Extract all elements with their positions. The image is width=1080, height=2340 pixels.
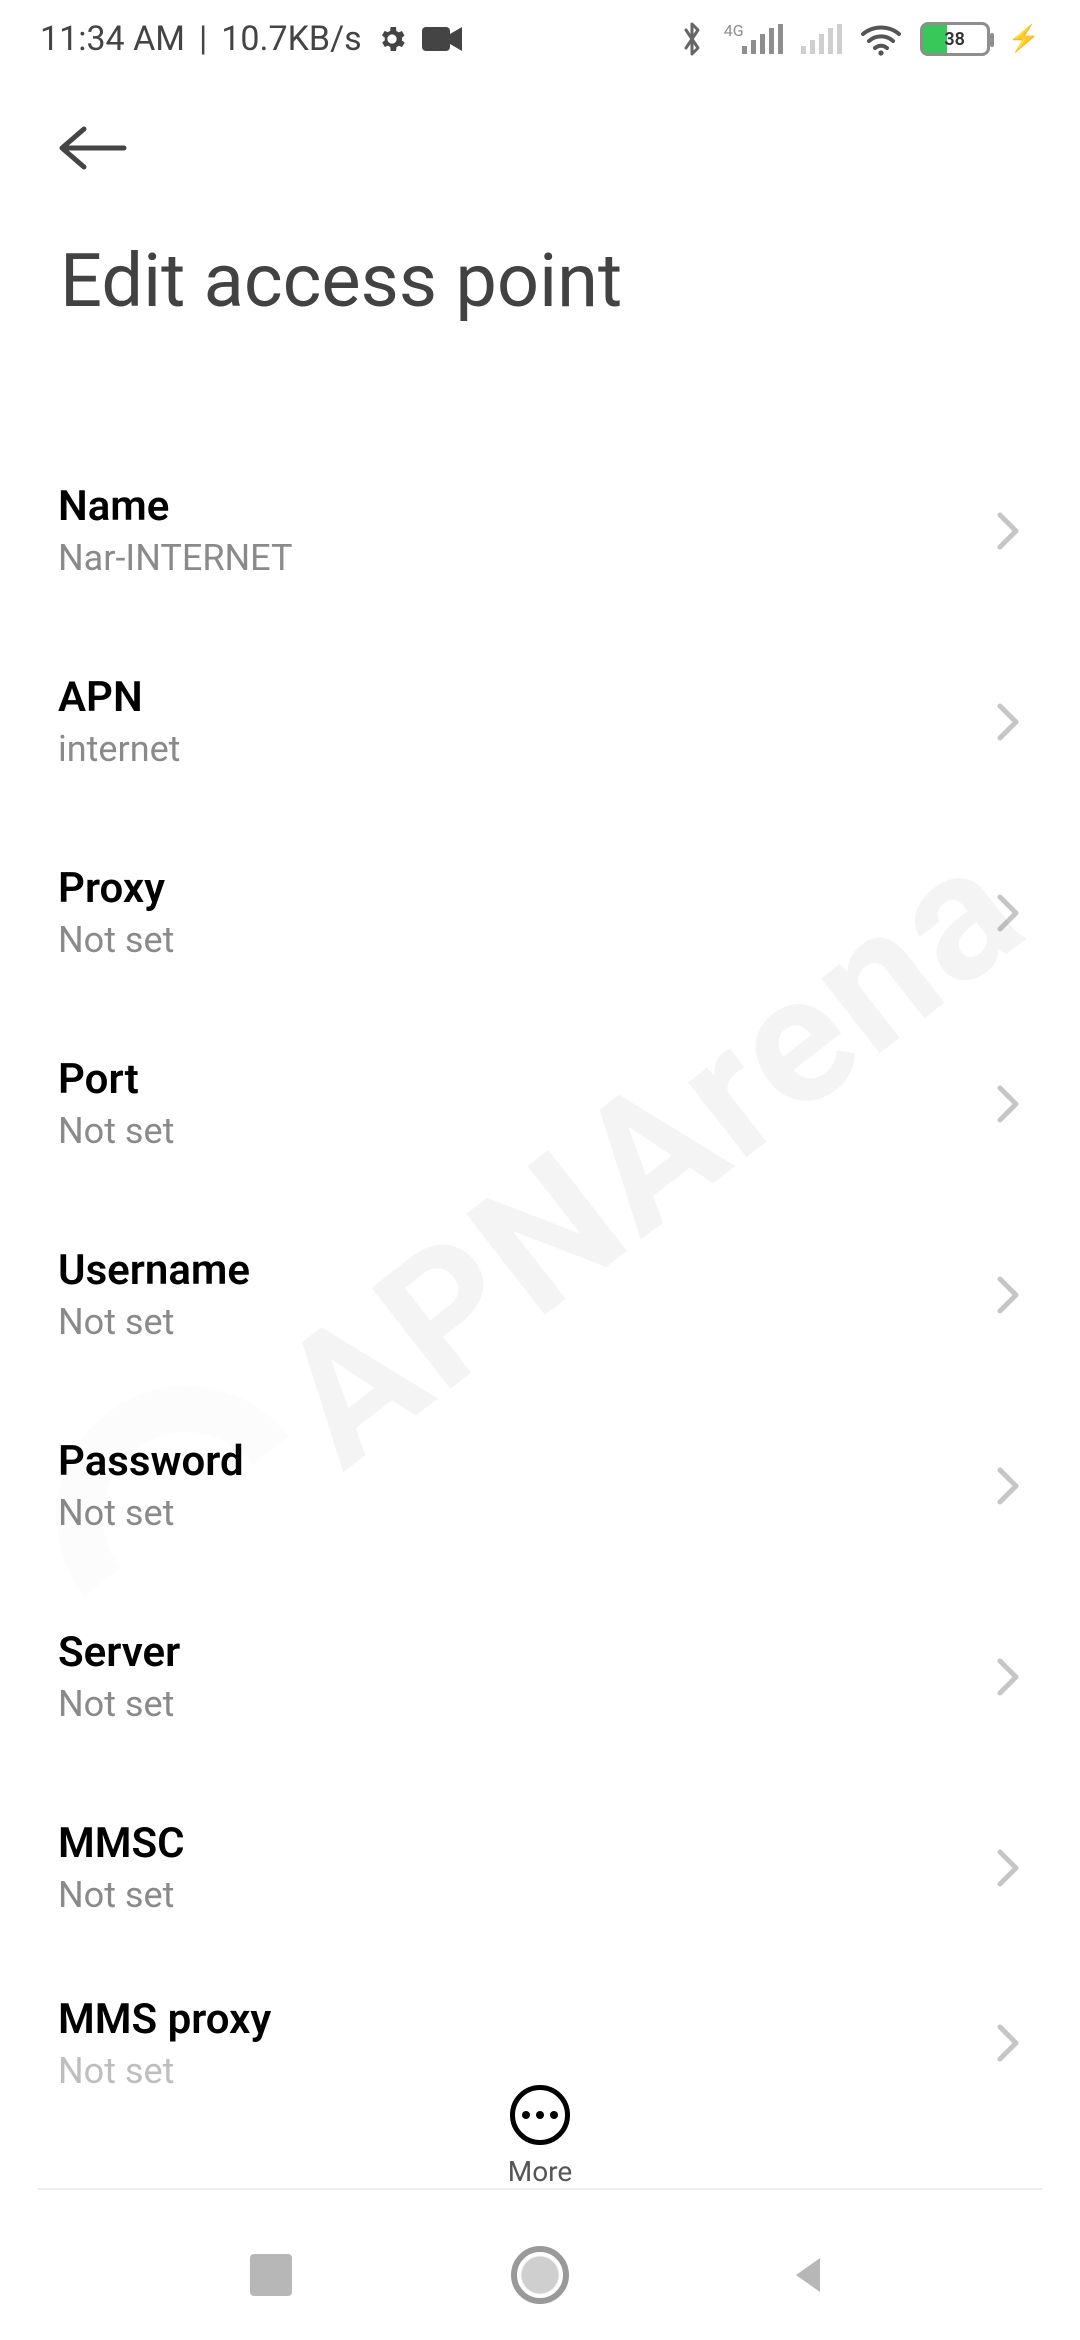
row-label: Port (58, 1055, 174, 1104)
page-title: Edit access point (0, 238, 1080, 325)
row-value: Not set (58, 1492, 244, 1534)
chevron-right-icon (994, 1464, 1022, 1508)
row-apn[interactable]: APN internet (0, 626, 1080, 817)
row-label: APN (58, 673, 180, 722)
row-mmsc[interactable]: MMSC Not set (0, 1772, 1080, 1963)
row-value: internet (58, 728, 180, 770)
signal-sim1-icon (742, 24, 783, 54)
system-nav-bar (0, 2210, 1080, 2340)
chevron-right-icon (994, 891, 1022, 935)
status-bar: 11:34 AM | 10.7KB/s 4G 38 ⚡ (0, 0, 1080, 78)
row-username[interactable]: Username Not set (0, 1199, 1080, 1390)
charging-icon: ⚡ (1008, 24, 1040, 54)
nav-back-button[interactable] (788, 2254, 830, 2296)
chevron-right-icon (994, 1655, 1022, 1699)
divider (38, 2188, 1042, 2190)
more-icon (510, 2085, 570, 2145)
chevron-right-icon (994, 700, 1022, 744)
row-name[interactable]: Name Nar-INTERNET (0, 435, 1080, 626)
row-label: Proxy (58, 864, 174, 913)
row-value: Not set (58, 919, 174, 961)
status-sep: | (199, 19, 207, 59)
more-button[interactable]: More (0, 2085, 1080, 2188)
row-proxy[interactable]: Proxy Not set (0, 817, 1080, 1008)
wifi-icon (860, 22, 902, 56)
chevron-right-icon (994, 1082, 1022, 1126)
battery-level: 38 (923, 29, 987, 50)
row-value: Nar-INTERNET (58, 537, 292, 579)
status-time: 11:34 AM (40, 19, 185, 59)
gear-icon (376, 23, 408, 55)
row-label: MMS proxy (58, 1995, 271, 2044)
bluetooth-icon (680, 21, 704, 57)
row-value: Not set (58, 1110, 174, 1152)
camera-icon (422, 25, 462, 53)
signal-sim2-icon (801, 24, 842, 54)
back-button[interactable] (54, 123, 132, 173)
status-speed: 10.7KB/s (221, 19, 361, 59)
battery-icon: 38 (920, 22, 990, 56)
row-label: Name (58, 482, 292, 531)
row-port[interactable]: Port Not set (0, 1008, 1080, 1199)
row-value: Not set (58, 1683, 180, 1725)
nav-home-button[interactable] (511, 2246, 569, 2304)
chevron-right-icon (994, 509, 1022, 553)
row-label: Server (58, 1628, 180, 1677)
chevron-right-icon (994, 1846, 1022, 1890)
more-label: More (508, 2155, 573, 2188)
row-server[interactable]: Server Not set (0, 1581, 1080, 1772)
row-password[interactable]: Password Not set (0, 1390, 1080, 1581)
chevron-right-icon (994, 1273, 1022, 1317)
row-value: Not set (58, 1301, 250, 1343)
row-label: Username (58, 1246, 250, 1295)
net-type-label: 4G (724, 21, 744, 40)
row-label: Password (58, 1437, 244, 1486)
nav-recent-button[interactable] (250, 2254, 292, 2296)
row-value: Not set (58, 1874, 185, 1916)
row-label: MMSC (58, 1819, 185, 1868)
settings-list: Name Nar-INTERNET APN internet Proxy Not… (0, 435, 1080, 2123)
chevron-right-icon (994, 2021, 1022, 2065)
